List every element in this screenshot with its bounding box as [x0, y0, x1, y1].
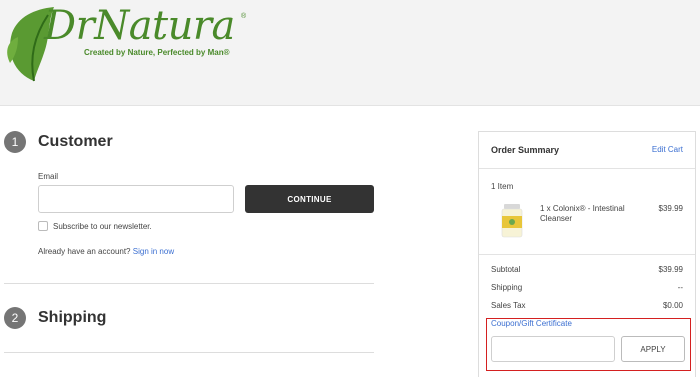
- coupon-gift-certificate-link[interactable]: Coupon/Gift Certificate: [491, 319, 572, 328]
- subtotal-value: $39.99: [658, 265, 683, 274]
- order-summary-panel: Order Summary Edit Cart 1 Item 1 x Colon…: [478, 131, 696, 377]
- summary-divider: [479, 168, 695, 169]
- shipping-value: --: [677, 283, 683, 292]
- account-prompt-text: Already have an account?: [38, 247, 131, 256]
- email-label: Email: [38, 172, 59, 181]
- shipping-label: Shipping: [491, 283, 523, 292]
- sales-tax-value: $0.00: [662, 301, 683, 310]
- apply-button[interactable]: APPLY: [621, 336, 685, 362]
- coupon-code-input[interactable]: [491, 336, 615, 362]
- registered-mark: ®: [241, 13, 247, 20]
- section-divider: [4, 283, 374, 284]
- email-field[interactable]: [38, 185, 234, 213]
- product-price: $39.99: [658, 204, 683, 213]
- account-prompt: Already have an account? Sign in now: [38, 247, 174, 256]
- brand-logo[interactable]: DrNatura ® Created by Nature, Perfected …: [4, 3, 254, 85]
- edit-cart-link[interactable]: Edit Cart: [652, 145, 683, 154]
- step-title-customer: Customer: [38, 133, 113, 150]
- step-number-shipping: 2: [4, 307, 26, 329]
- brand-name: DrNatura: [44, 3, 235, 49]
- brand-tagline: Created by Nature, Perfected by Man®: [84, 48, 230, 57]
- step-number-customer: 1: [4, 131, 26, 153]
- continue-button[interactable]: CONTINUE: [245, 185, 374, 213]
- section-divider: [4, 352, 374, 353]
- subtotal-label: Subtotal: [491, 265, 521, 274]
- summary-divider: [479, 254, 695, 255]
- site-header: DrNatura ® Created by Nature, Perfected …: [0, 0, 700, 106]
- step-title-shipping: Shipping: [38, 309, 107, 326]
- sign-in-link[interactable]: Sign in now: [133, 247, 174, 256]
- sales-tax-label: Sales Tax: [491, 301, 526, 310]
- newsletter-checkbox[interactable]: [38, 221, 48, 231]
- order-summary-title: Order Summary: [491, 145, 560, 155]
- product-name: 1 x Colonix® - Intestinal Cleanser: [540, 204, 625, 223]
- product-image: [501, 204, 523, 238]
- newsletter-label: Subscribe to our newsletter.: [53, 222, 152, 231]
- item-count: 1 Item: [491, 182, 514, 191]
